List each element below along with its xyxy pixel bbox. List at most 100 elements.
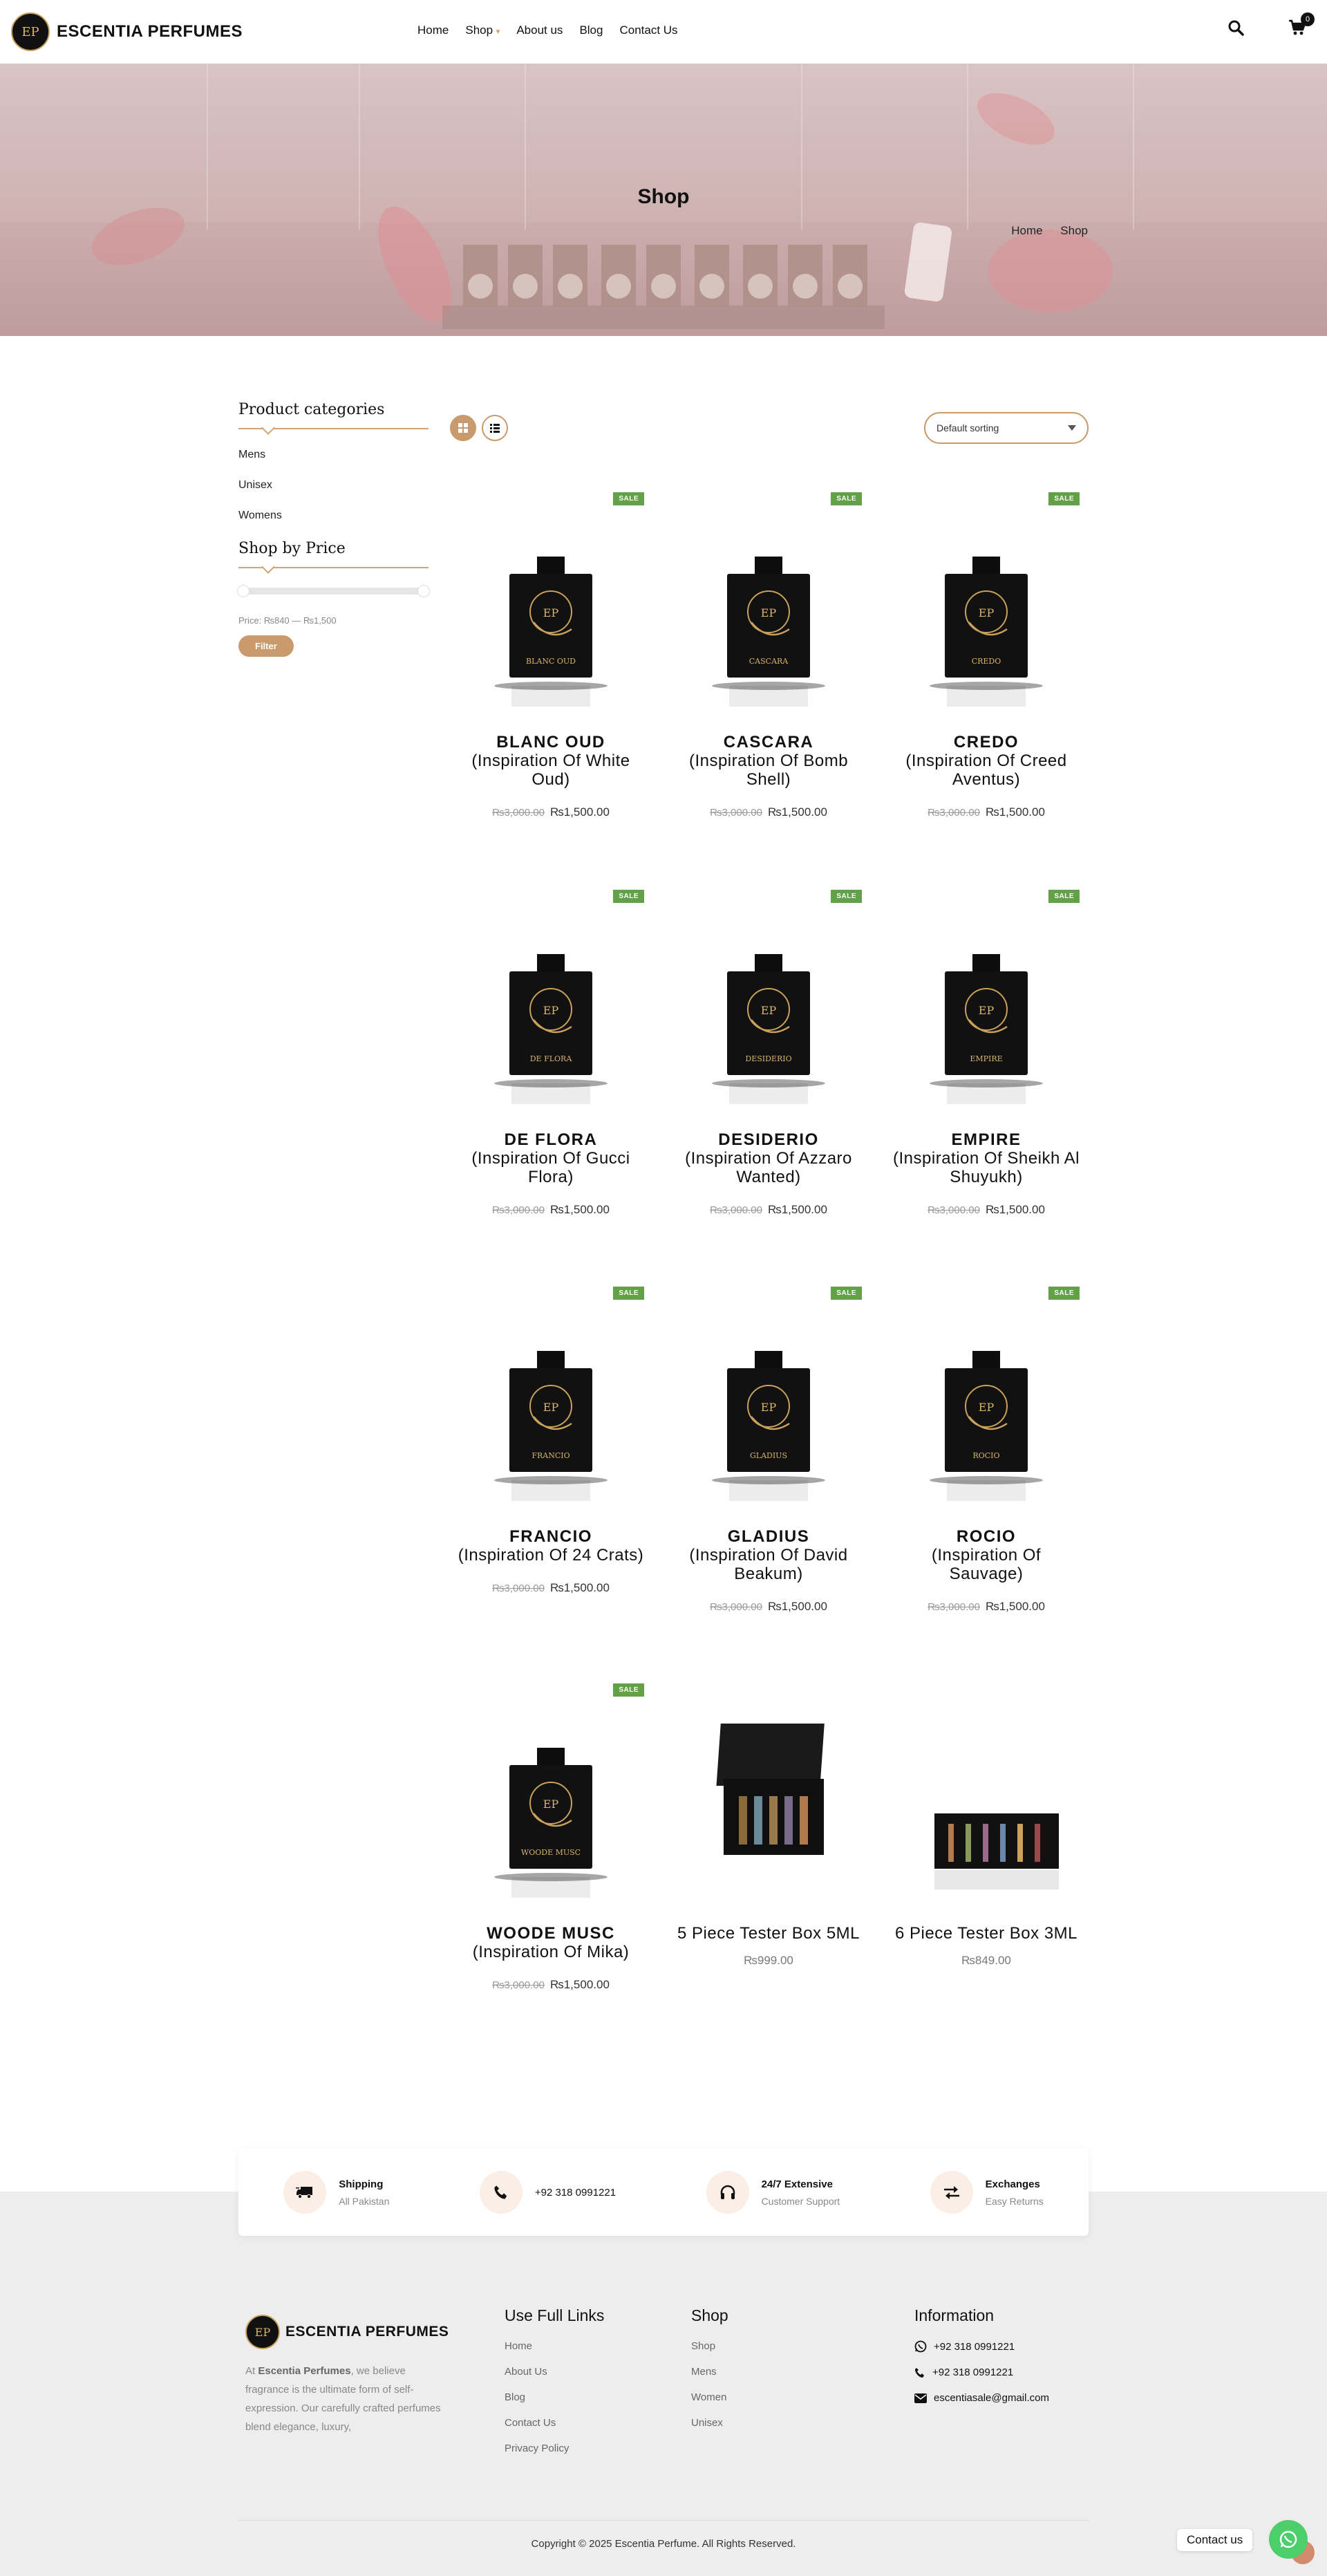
footer-shop: Shop Shop Mens Women Unisex xyxy=(691,2306,728,2443)
product-title[interactable]: ROCIO (Inspiration Of Sauvage) xyxy=(893,1527,1080,1583)
product-card[interactable]: 6 Piece Tester Box 3ML ₨849.00 xyxy=(893,1675,1080,1968)
range-min-handle[interactable] xyxy=(237,585,250,597)
footer-shop-link-women[interactable]: Women xyxy=(691,2391,728,2403)
product-card[interactable]: 5 Piece Tester Box 5ML ₨999.00 xyxy=(675,1675,862,1968)
product-subtitle: (Inspiration Of David Beakum) xyxy=(689,1546,848,1583)
product-title[interactable]: DESIDERIO (Inspiration Of Azzaro Wanted) xyxy=(675,1130,862,1186)
original-price: ₨3,000.00 xyxy=(928,1601,980,1613)
product-card[interactable]: SALE EP FRANCIO FRANCIO (Inspiration Of 24 C… xyxy=(458,1278,644,1595)
product-image[interactable]: SALE EP BLANC OUD xyxy=(458,484,644,733)
site-logo[interactable]: EP ESCENTIA PERFUMES xyxy=(11,12,243,51)
product-price: ₨3,000.00 ₨1,500.00 xyxy=(458,1203,644,1217)
product-image[interactable]: SALE EP CREDO xyxy=(893,484,1080,733)
footer-shop-link-shop[interactable]: Shop xyxy=(691,2340,728,2352)
product-card[interactable]: SALE EP CASCARA CASCARA (Inspiration Of Bomb… xyxy=(675,484,862,819)
footer-whatsapp[interactable]: +92 318 0991221 xyxy=(914,2340,1049,2353)
feature-phone: +92 318 0991221 xyxy=(479,2171,616,2214)
nav-contact[interactable]: Contact Us xyxy=(619,24,677,37)
footer-shop-link-mens[interactable]: Mens xyxy=(691,2366,728,2378)
product-card[interactable]: SALE EP CREDO CREDO (Inspiration Of Creed Av… xyxy=(893,484,1080,819)
nav-about[interactable]: About us xyxy=(516,24,563,37)
product-title[interactable]: WOODE MUSC (Inspiration Of Mika) xyxy=(458,1924,644,1961)
product-image[interactable]: SALE EP WOODE MUSC xyxy=(458,1675,644,1924)
svg-text:EP: EP xyxy=(761,1401,777,1414)
chevron-down-icon xyxy=(1068,425,1076,431)
price-range-slider[interactable] xyxy=(237,585,430,597)
footer-link-about[interactable]: About Us xyxy=(505,2366,604,2378)
bottle-label: EMPIRE xyxy=(970,1054,1002,1063)
product-price: ₨999.00 xyxy=(675,1954,862,1968)
whatsapp-button[interactable] xyxy=(1269,2520,1308,2559)
whatsapp-contact-label[interactable]: Contact us xyxy=(1177,2529,1253,2551)
product-subtitle: (Inspiration Of White Oud) xyxy=(471,752,630,789)
product-image[interactable] xyxy=(893,1675,1080,1924)
product-title[interactable]: FRANCIO (Inspiration Of 24 Crats) xyxy=(458,1527,644,1565)
category-unisex[interactable]: Unisex xyxy=(238,479,429,492)
product-image[interactable]: SALE EP DE FLORA xyxy=(458,881,644,1130)
svg-text:EP: EP xyxy=(761,1004,777,1017)
product-illustration: EP WOODE MUSC xyxy=(494,1748,608,1898)
product-name: DESIDERIO xyxy=(718,1130,819,1149)
product-card[interactable]: SALE EP DESIDERIO DESIDERIO (Inspiration Of … xyxy=(675,881,862,1217)
bottle-label: GLADIUS xyxy=(750,1451,787,1460)
grid-view-button[interactable] xyxy=(450,415,476,441)
nav-home[interactable]: Home xyxy=(417,24,449,37)
category-womens[interactable]: Womens xyxy=(238,510,429,522)
product-title[interactable]: BLANC OUD (Inspiration Of White Oud) xyxy=(458,733,644,789)
product-image[interactable]: SALE EP CASCARA xyxy=(675,484,862,733)
category-mens[interactable]: Mens xyxy=(238,449,429,461)
product-image[interactable] xyxy=(675,1675,862,1924)
svg-text:EP: EP xyxy=(543,1798,559,1811)
nav-shop[interactable]: Shop ▾ xyxy=(465,24,500,37)
footer-link-home[interactable]: Home xyxy=(505,2340,604,2352)
product-title[interactable]: 6 Piece Tester Box 3ML xyxy=(893,1924,1080,1943)
product-image[interactable]: SALE EP EMPIRE xyxy=(893,881,1080,1130)
product-title[interactable]: EMPIRE (Inspiration Of Sheikh Al Shuyukh) xyxy=(893,1130,1080,1186)
product-title[interactable]: DE FLORA (Inspiration Of Gucci Flora) xyxy=(458,1130,644,1186)
breadcrumb: Home · Shop xyxy=(1011,224,1088,238)
phone-icon xyxy=(915,2367,924,2378)
breadcrumb-home[interactable]: Home xyxy=(1011,224,1042,238)
product-card[interactable]: SALE EP GLADIUS GLADIUS (Inspiration Of Davi… xyxy=(675,1278,862,1614)
chevron-down-icon: ▾ xyxy=(496,28,500,36)
footer-link-contact[interactable]: Contact Us xyxy=(505,2417,604,2429)
product-card[interactable]: SALE EP BLANC OUD BLANC OUD (Inspiration Of … xyxy=(458,484,644,819)
product-price: ₨3,000.00 ₨1,500.00 xyxy=(893,1203,1080,1217)
filter-button[interactable]: Filter xyxy=(238,635,294,657)
product-illustration xyxy=(934,1813,1059,1889)
product-card[interactable]: SALE EP ROCIO ROCIO (Inspiration Of Sauvage)… xyxy=(893,1278,1080,1614)
product-card[interactable]: SALE EP WOODE MUSC WOODE MUSC (Inspiration O… xyxy=(458,1675,644,1992)
cart-button[interactable]: 0 xyxy=(1288,12,1315,39)
product-subtitle: 5 Piece Tester Box 5ML xyxy=(677,1924,860,1943)
search-icon[interactable] xyxy=(1227,19,1244,39)
product-card[interactable]: SALE EP EMPIRE EMPIRE (Inspiration Of Sheikh… xyxy=(893,881,1080,1217)
footer-logo[interactable]: EP ESCENTIA PERFUMES xyxy=(245,2315,449,2349)
list-view-button[interactable] xyxy=(482,415,508,441)
feature-phone-number[interactable]: +92 318 0991221 xyxy=(535,2187,616,2199)
product-title[interactable]: 5 Piece Tester Box 5ML xyxy=(675,1924,862,1943)
range-max-handle[interactable] xyxy=(417,585,430,597)
categories-title: Product categories xyxy=(238,401,429,429)
sort-select[interactable]: Default sorting xyxy=(924,412,1089,444)
footer-link-blog[interactable]: Blog xyxy=(505,2391,604,2403)
product-image[interactable]: SALE EP GLADIUS xyxy=(675,1278,862,1527)
footer-link-privacy[interactable]: Privacy Policy xyxy=(505,2443,604,2454)
footer-phone[interactable]: +92 318 0991221 xyxy=(914,2367,1049,2378)
site-footer: EP ESCENTIA PERFUMES At Escentia Perfume… xyxy=(0,2192,1327,2576)
product-card[interactable]: SALE EP DE FLORA DE FLORA (Inspiration Of Gu… xyxy=(458,881,644,1217)
product-title[interactable]: CASCARA (Inspiration Of Bomb Shell) xyxy=(675,733,862,789)
product-illustration: EP CREDO xyxy=(930,557,1043,707)
product-image[interactable]: SALE EP FRANCIO xyxy=(458,1278,644,1527)
product-title[interactable]: GLADIUS (Inspiration Of David Beakum) xyxy=(675,1527,862,1583)
bottle-label: DE FLORA xyxy=(530,1054,573,1063)
current-price: ₨849.00 xyxy=(961,1954,1011,1967)
product-title[interactable]: CREDO (Inspiration Of Creed Aventus) xyxy=(893,733,1080,789)
whatsapp-icon xyxy=(914,2340,927,2353)
feature-support: 24/7 Extensive Customer Support xyxy=(706,2171,840,2214)
footer-email[interactable]: escentiasale@gmail.com xyxy=(914,2392,1049,2404)
product-image[interactable]: SALE EP DESIDERIO xyxy=(675,881,862,1130)
product-illustration xyxy=(716,1724,825,1855)
footer-shop-link-unisex[interactable]: Unisex xyxy=(691,2417,728,2429)
product-image[interactable]: SALE EP ROCIO xyxy=(893,1278,1080,1527)
nav-blog[interactable]: Blog xyxy=(579,24,603,37)
